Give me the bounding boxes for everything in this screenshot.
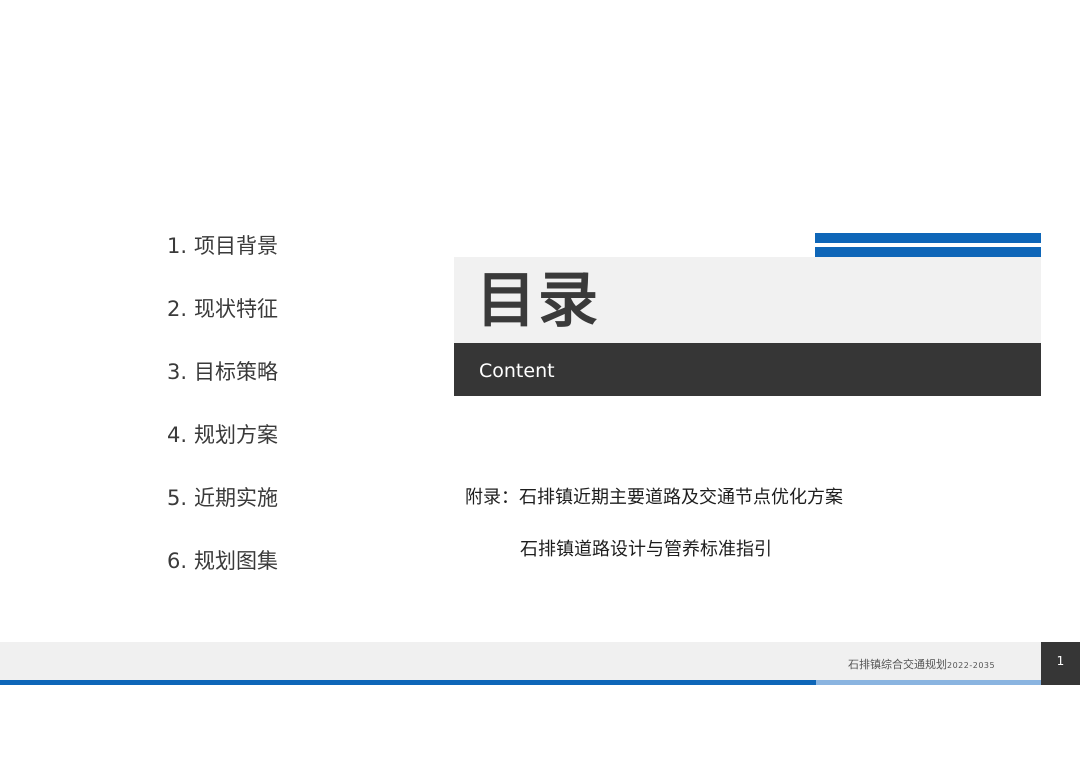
toc-item-number: 2. bbox=[167, 297, 188, 321]
page-number: 1 bbox=[1041, 642, 1080, 685]
title-panel: 目录 bbox=[454, 257, 1041, 343]
toc-item-number: 5. bbox=[167, 486, 188, 510]
toc-item-4[interactable]: 4. 规划方案 bbox=[167, 417, 278, 480]
toc-item-2[interactable]: 2. 现状特征 bbox=[167, 291, 278, 354]
toc-item-label: 现状特征 bbox=[194, 297, 279, 321]
footer-accent-line-light bbox=[816, 680, 1041, 685]
toc-item-5[interactable]: 5. 近期实施 bbox=[167, 480, 278, 543]
toc-item-number: 6. bbox=[167, 549, 188, 573]
toc-item-1[interactable]: 1. 项目背景 bbox=[167, 228, 278, 291]
appendix-line-2[interactable]: 石排镇道路设计与管养标准指引 bbox=[465, 536, 843, 564]
toc-item-6[interactable]: 6. 规划图集 bbox=[167, 543, 278, 606]
footer-accent-line bbox=[0, 680, 816, 685]
toc-item-label: 项目背景 bbox=[194, 234, 279, 258]
toc-item-label: 近期实施 bbox=[194, 486, 279, 510]
toc-item-label: 规划方案 bbox=[194, 423, 279, 447]
toc-item-number: 4. bbox=[167, 423, 188, 447]
appendix-block: 附录：石排镇近期主要道路及交通节点优化方案 石排镇道路设计与管养标准指引 bbox=[465, 484, 843, 564]
page-subtitle: Content bbox=[479, 360, 555, 382]
page-title: 目录 bbox=[476, 266, 600, 336]
toc-item-number: 1. bbox=[167, 234, 188, 258]
footer-years: 2022-2035 bbox=[947, 661, 996, 670]
toc-item-number: 3. bbox=[167, 360, 188, 384]
toc-item-label: 目标策略 bbox=[194, 360, 279, 384]
toc-item-label: 规划图集 bbox=[194, 549, 279, 573]
footer-document-title: 石排镇综合交通规划2022-2035 bbox=[848, 656, 995, 675]
decorative-stripe-top bbox=[815, 233, 1041, 243]
decorative-stripe-bottom bbox=[815, 247, 1041, 257]
table-of-contents: 1. 项目背景 2. 现状特征 3. 目标策略 4. 规划方案 5. 近期实施 6. 规划图… bbox=[167, 228, 278, 606]
footer-title-text: 石排镇综合交通规划 bbox=[848, 658, 947, 671]
appendix-line-1[interactable]: 附录：石排镇近期主要道路及交通节点优化方案 bbox=[465, 484, 843, 512]
toc-item-3[interactable]: 3. 目标策略 bbox=[167, 354, 278, 417]
subtitle-bar: Content bbox=[454, 343, 1041, 396]
